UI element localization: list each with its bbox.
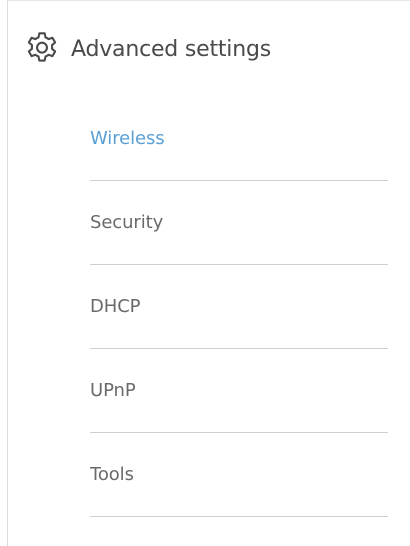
menu-item-label: UPnP [90,380,136,401]
settings-menu: Wireless Security DHCP UPnP Tools [90,97,388,517]
menu-item-label: Tools [90,464,134,485]
menu-item-wireless[interactable]: Wireless [90,97,388,181]
page-title: Advanced settings [71,36,271,62]
menu-item-tools[interactable]: Tools [90,433,388,517]
menu-item-label: DHCP [90,296,141,317]
menu-item-security[interactable]: Security [90,181,388,265]
section-header: Advanced settings [23,29,271,69]
menu-item-label: Wireless [90,128,165,149]
gear-icon [27,32,57,62]
menu-item-dhcp[interactable]: DHCP [90,265,388,349]
advanced-settings-panel: Advanced settings Wireless Security DHCP… [7,0,410,546]
menu-item-label: Security [90,212,164,233]
menu-item-upnp[interactable]: UPnP [90,349,388,433]
